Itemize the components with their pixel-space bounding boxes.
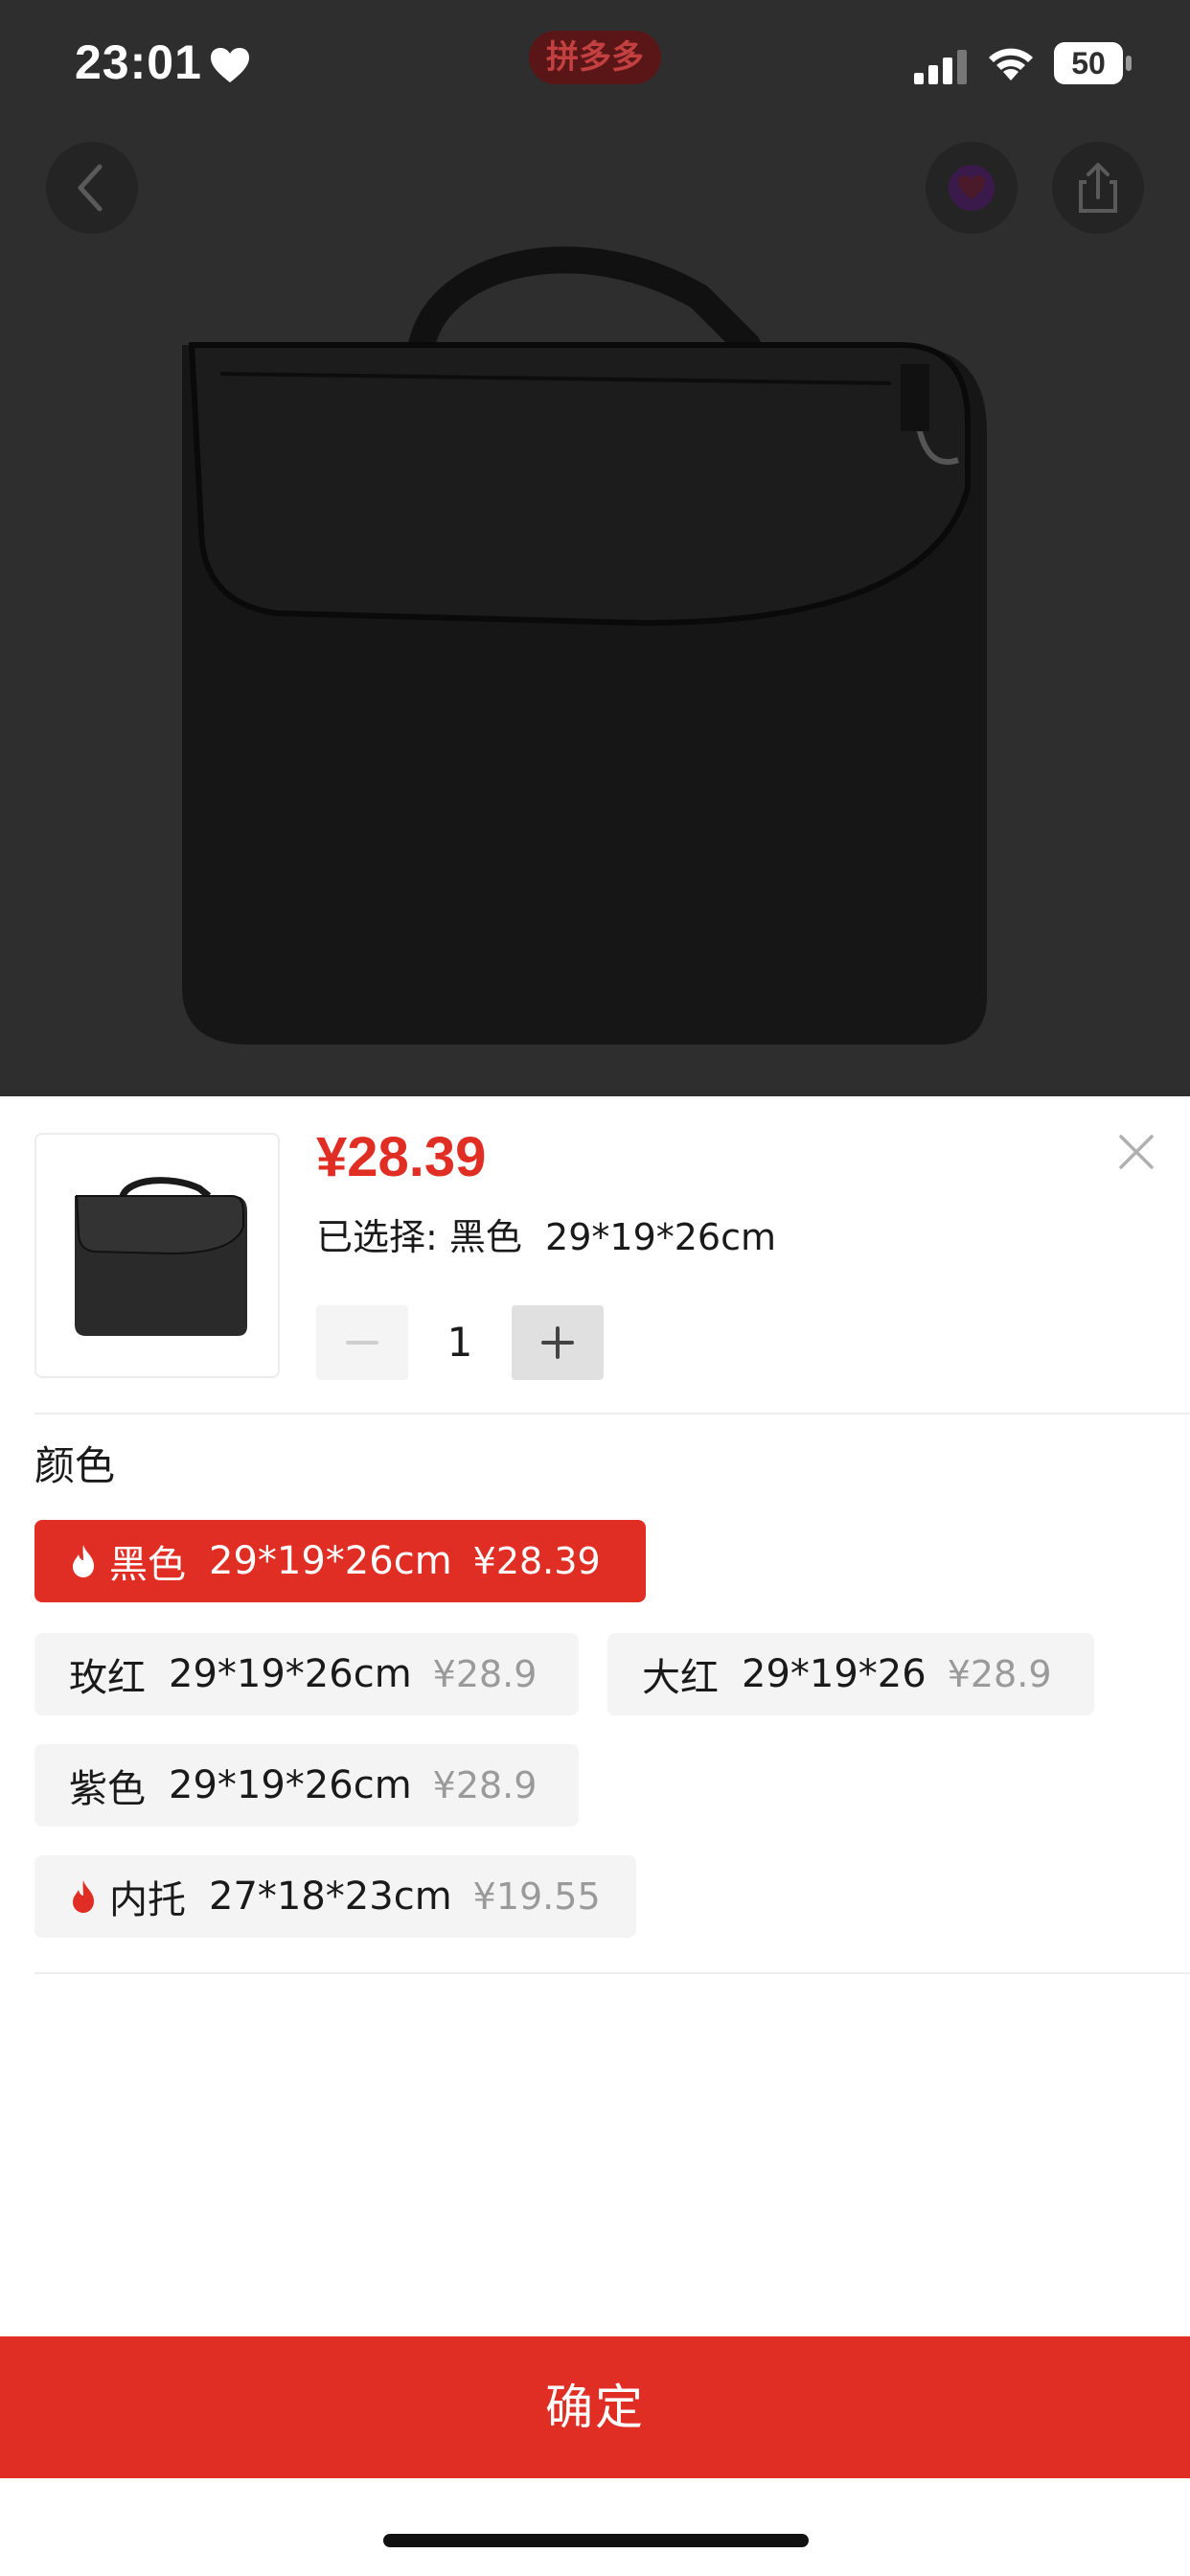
- option-price: ¥28.9: [947, 1653, 1052, 1695]
- back-arrow-icon: [78, 164, 103, 212]
- close-icon[interactable]: [1115, 1131, 1157, 1173]
- color-section-title: 颜色: [34, 1442, 116, 1489]
- home-indicator[interactable]: [383, 2534, 809, 2547]
- option-size: 29*19*26cm: [169, 1652, 412, 1696]
- fire-icon: [73, 1880, 94, 1913]
- option-price: ¥28.9: [432, 1653, 538, 1695]
- status-time: 23:01: [75, 35, 202, 89]
- back-button[interactable]: [46, 142, 138, 234]
- option-rose-red[interactable]: 玫红 29*19*26cm ¥28.9: [34, 1633, 579, 1715]
- minus-icon: [346, 1341, 378, 1345]
- option-price: ¥28.39: [472, 1540, 601, 1582]
- favorite-button[interactable]: [926, 142, 1018, 234]
- confirm-button[interactable]: 确定: [0, 2336, 1190, 2478]
- selected-price: ¥28.39: [316, 1126, 487, 1188]
- product-thumbnail[interactable]: [34, 1133, 280, 1378]
- option-purple[interactable]: 紫色 29*19*26cm ¥28.9: [34, 1744, 579, 1827]
- share-button[interactable]: [1052, 142, 1144, 234]
- selected-spec-label: 已选择: 黑色 29*19*26cm: [316, 1216, 777, 1258]
- wifi-icon: [989, 48, 1033, 80]
- option-name: 内托: [109, 1878, 186, 1922]
- quantity-value[interactable]: 1: [412, 1305, 508, 1380]
- fire-icon: [73, 1545, 94, 1577]
- app-badge: 拼多多: [529, 31, 661, 84]
- product-thumbnail-image: [75, 1177, 247, 1336]
- option-name: 紫色: [69, 1767, 146, 1811]
- quantity-decrease-button[interactable]: [316, 1305, 408, 1380]
- status-bar: 23:01 拼多多 50: [0, 0, 1190, 125]
- option-name: 大红: [642, 1656, 719, 1700]
- option-size: 29*19*26: [742, 1652, 927, 1696]
- option-price: ¥19.55: [472, 1875, 601, 1918]
- option-size: 29*19*26cm: [209, 1539, 452, 1583]
- option-red[interactable]: 大红 29*19*26 ¥28.9: [607, 1633, 1094, 1715]
- product-image: [182, 246, 987, 1045]
- signal-icon: [914, 50, 967, 84]
- share-icon: [1079, 163, 1117, 213]
- divider: [34, 1972, 1190, 1974]
- option-size: 29*19*26cm: [169, 1763, 412, 1807]
- option-inner-tray[interactable]: 内托 27*18*23cm ¥19.55: [34, 1855, 636, 1938]
- option-price: ¥28.9: [432, 1764, 538, 1806]
- option-size: 27*18*23cm: [209, 1874, 452, 1919]
- favorite-icon: [949, 165, 995, 211]
- product-gallery-overlay[interactable]: 23:01 拼多多 50: [0, 0, 1190, 1096]
- quantity-increase-button[interactable]: [512, 1305, 604, 1380]
- option-name: 黑色: [109, 1543, 186, 1587]
- divider: [34, 1413, 1190, 1414]
- option-black[interactable]: 黑色 29*19*26cm ¥28.39: [34, 1520, 646, 1602]
- heart-icon: [211, 48, 249, 82]
- option-name: 玫红: [69, 1656, 146, 1700]
- battery-level: 50: [1071, 46, 1106, 80]
- sku-selector-sheet: ¥28.39 已选择: 黑色 29*19*26cm 1 颜色 黑色 29*19*…: [0, 1096, 1190, 2576]
- plus-icon: [541, 1326, 574, 1359]
